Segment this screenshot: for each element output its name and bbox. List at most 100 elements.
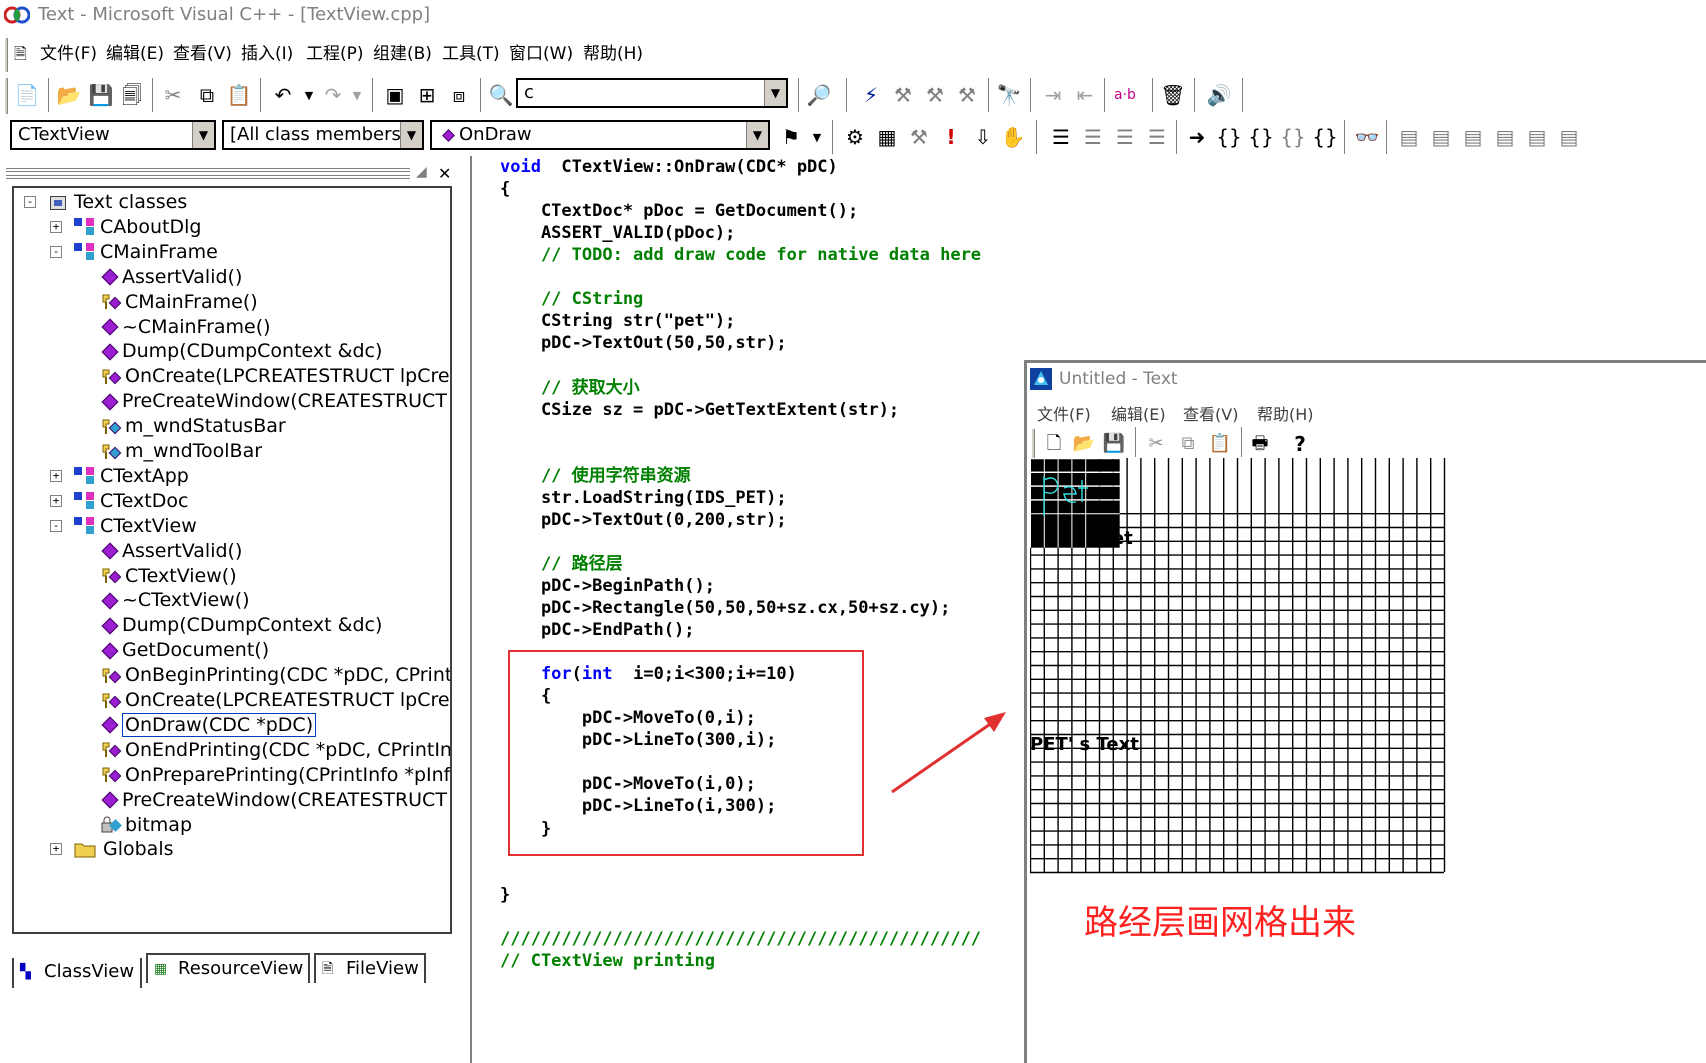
app-menu-file[interactable]: 文件(F) [1037,401,1091,425]
new-text-file-icon[interactable]: 📄 [14,82,40,108]
copy-icon[interactable]: ⧉ [1175,431,1201,457]
output-icon[interactable]: ⊞ [414,82,440,108]
menu-view[interactable]: 查看(V) [173,42,232,66]
debug-window-icon[interactable]: ▤ [1428,124,1454,150]
maximize-icon[interactable]: ◢ [416,164,427,180]
open-icon[interactable]: 📂 [56,82,82,108]
collapse-icon[interactable]: - [50,245,62,258]
debug-window-icon[interactable]: ▤ [1460,124,1486,150]
menubar-grip[interactable] [4,38,8,72]
tree-item[interactable]: PreCreateWindow(CREATESTRUCT [100,788,447,813]
tree-item[interactable]: CTextView() [100,564,237,589]
run-to-cursor-icon[interactable]: {} [1280,124,1306,150]
menu-project[interactable]: 工程(P) [306,42,364,66]
expand-icon[interactable]: + [50,469,62,482]
tree-item[interactable]: bitmap [100,813,192,838]
tree-item[interactable]: OnCreate(LPCREATESTRUCT lpCrea [100,364,450,389]
cut-icon[interactable]: ✂ [160,82,186,108]
tree-item[interactable]: GetDocument() [100,638,269,663]
class-tree[interactable]: - Text classes + CAboutDlg - CMainFrame Assert… [12,186,452,934]
menu-window[interactable]: 窗口(W) [509,42,573,66]
find-combo[interactable]: c ▼ [516,78,788,108]
hand-icon[interactable]: ✋ [1000,124,1026,150]
find-icon[interactable]: 🔎 [806,82,832,108]
save-all-icon[interactable]: 🗐 [119,82,145,108]
collapse-icon[interactable]: - [24,196,36,208]
tree-item[interactable]: m_wndStatusBar [100,414,286,439]
go-icon[interactable]: ⚙ [842,124,868,150]
tree-item[interactable]: OnBeginPrinting(CDC *pDC, CPrintIr [100,663,450,688]
tree-item[interactable]: m_wndToolBar [100,439,262,464]
tree-item[interactable]: OnPreparePrinting(CPrintInfo *pInfo) [100,763,450,788]
expand-icon[interactable]: + [50,843,62,856]
exclamation-icon[interactable]: ! [938,124,964,150]
member-combo[interactable]: OnDraw ▼ [430,120,770,150]
tab-classview[interactable]: ▚ ClassView [12,958,142,988]
paste-icon[interactable]: 📋 [1207,431,1233,457]
build-icon[interactable]: ⚒ [890,82,916,108]
pane-grip[interactable] [6,175,410,179]
execute-icon[interactable]: ⚒ [954,82,980,108]
expand-icon[interactable]: + [50,220,62,233]
pane-grip[interactable] [6,168,410,172]
menu-help[interactable]: 帮助(H) [583,42,643,66]
app-menu-edit[interactable]: 编辑(E) [1111,401,1166,425]
cut-icon[interactable]: ✂ [1143,431,1169,457]
glasses-icon[interactable]: 👓 [1354,124,1380,150]
new-icon[interactable]: 🗋 [1041,431,1067,457]
step-out-icon[interactable]: {} [1248,124,1274,150]
print-icon[interactable]: 🖶 [1247,431,1273,457]
save-icon[interactable]: 💾 [1101,431,1127,457]
tree-item[interactable]: Globals [74,837,174,862]
list-disabled-icon[interactable]: ☰ [1112,124,1138,150]
chevron-down-icon[interactable]: ▼ [764,80,786,106]
list-disabled-icon[interactable]: ☰ [1144,124,1170,150]
collapse-icon[interactable]: - [50,519,62,532]
chevron-down-icon[interactable]: ▼ [400,122,422,148]
expand-icon[interactable]: + [50,494,62,507]
tab-resourceview[interactable]: ▦ ResourceView [146,953,310,983]
tree-item[interactable]: Dump(CDumpContext &dc) [100,339,382,364]
code-editor[interactable]: void CTextView::OnDraw(CDC* pDC){ CTextD… [470,156,1030,1063]
tree-item[interactable]: ~CMainFrame() [100,315,271,340]
binoculars-icon[interactable]: 🔭 [996,82,1022,108]
menu-file[interactable]: 文件(F) [40,42,97,66]
wizard-dropdown-icon[interactable]: ▼ [804,124,830,150]
debug-window-icon[interactable]: ▤ [1396,124,1422,150]
indent-icon[interactable]: ⇥ [1040,82,1066,108]
chevron-down-icon[interactable]: ▼ [192,122,214,148]
tree-item[interactable]: Text classes [48,190,187,215]
debug-window-icon[interactable]: ▤ [1524,124,1550,150]
class-combo[interactable]: CTextView ▼ [10,120,216,150]
undo-icon[interactable]: ↶ [270,82,296,108]
redo-icon[interactable]: ↷ [320,82,346,108]
tab-fileview[interactable]: 🗎 FileView [314,953,426,983]
menu-tools[interactable]: 工具(T) [442,42,500,66]
step-into-specific-icon[interactable]: {} [1312,124,1338,150]
tree-item[interactable]: OnEndPrinting(CDC *pDC, CPrintInfo [100,738,450,763]
app-menu-help[interactable]: 帮助(H) [1257,401,1314,425]
tree-item[interactable]: Dump(CDumpContext &dc) [100,613,382,638]
tree-item[interactable]: PreCreateWindow(CREATESTRUCT [100,389,447,414]
redo-dropdown-icon[interactable]: ▼ [344,82,370,108]
trash-icon[interactable]: 🗑 [1160,82,1186,108]
whitespace-icon[interactable]: a·b [1112,82,1138,108]
find-in-files-icon[interactable]: 🔍 [488,82,514,108]
tree-item[interactable]: CMainFrame [74,240,218,265]
tree-item[interactable]: CAboutDlg [74,215,201,240]
arrow-right-icon[interactable]: ➜ [1184,124,1210,150]
undo-dropdown-icon[interactable]: ▼ [296,82,322,108]
copy-icon[interactable]: ⧉ [194,82,220,108]
compile-icon[interactable]: ⚡ [858,82,884,108]
step-into-icon[interactable]: ⇩ [970,124,996,150]
tree-item[interactable]: AssertValid() [100,265,242,290]
app-menu-view[interactable]: 查看(V) [1183,401,1238,425]
toolbar-grip[interactable] [4,78,8,114]
debug-window-icon[interactable]: ▤ [1556,124,1582,150]
tree-item[interactable]: OnDraw(CDC *pDC) [100,713,317,738]
close-icon[interactable]: ✕ [438,164,451,183]
tree-item[interactable]: CTextView [74,514,197,539]
workspace-icon[interactable]: ▣ [382,82,408,108]
save-icon[interactable]: 💾 [88,82,114,108]
window-list-icon[interactable]: ⧈ [446,82,472,108]
